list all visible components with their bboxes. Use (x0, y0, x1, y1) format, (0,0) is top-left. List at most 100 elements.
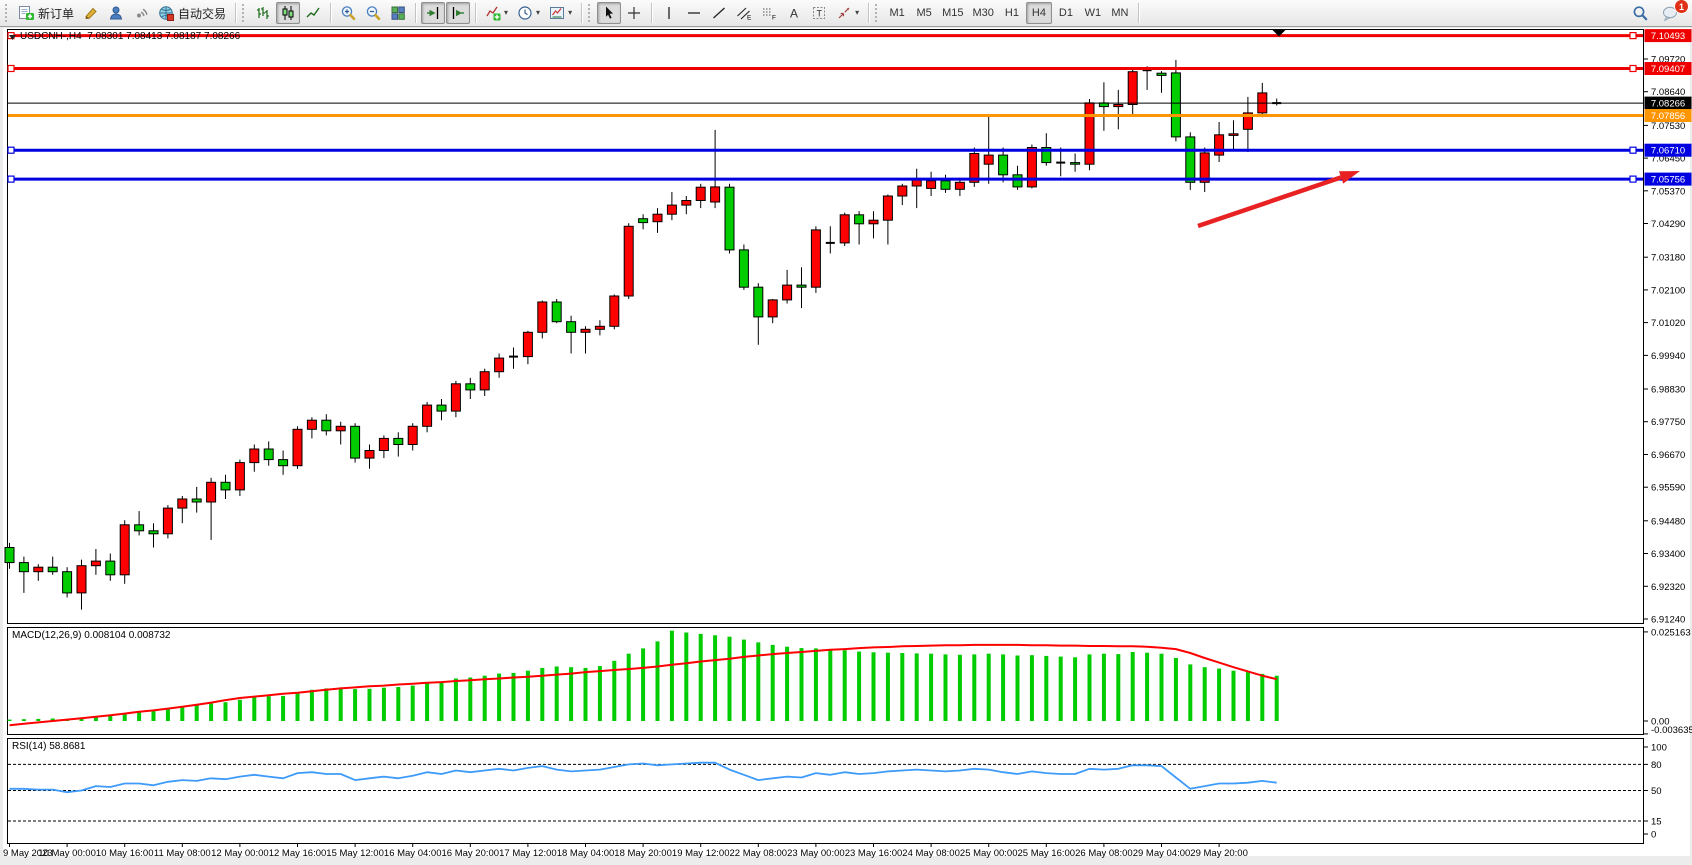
trendline-tool-button[interactable] (707, 2, 731, 24)
candlestick-chart-button[interactable] (276, 2, 300, 24)
text-tool-button[interactable]: A (782, 2, 806, 24)
templates-dropdown-button[interactable]: ▾ (545, 2, 576, 24)
candle-body (883, 196, 892, 220)
candle-body (495, 358, 504, 372)
candle-body (106, 561, 115, 575)
candle-body (840, 215, 849, 243)
search-icon (1632, 5, 1649, 21)
notification-badge: 1 (1674, 0, 1689, 14)
timeframe-m5-button[interactable]: M5 (911, 2, 937, 24)
text-label-tool-button[interactable]: T (807, 2, 831, 24)
toolbar-separator (581, 3, 582, 23)
timeframe-m15-button[interactable]: M15 (938, 2, 967, 24)
notifications-button[interactable]: 1 (1657, 2, 1684, 24)
vertical-line-tool-button[interactable] (657, 2, 681, 24)
candle-body (48, 567, 57, 572)
line-handle (1630, 147, 1636, 153)
dropdown-caret-icon: ▾ (504, 9, 508, 17)
toolbar-separator (868, 3, 869, 23)
candle-body (423, 405, 432, 426)
timeframe-d1-button[interactable]: D1 (1053, 2, 1079, 24)
timeframe-m30-button[interactable]: M30 (969, 2, 998, 24)
candle-body (667, 205, 676, 214)
candle-body (77, 566, 86, 593)
auto-scroll-button[interactable] (421, 2, 445, 24)
arrows-dropdown-button[interactable]: ▾ (832, 2, 863, 24)
timeframe-m1-button[interactable]: M1 (884, 2, 910, 24)
candle-body (1229, 134, 1238, 136)
zoom-in-button[interactable] (336, 2, 360, 24)
timeframe-h1-button[interactable]: H1 (999, 2, 1025, 24)
periods-dropdown-button[interactable]: ▾ (513, 2, 544, 24)
timeframe-mn-button[interactable]: MN (1107, 2, 1133, 24)
svg-text:6.95590: 6.95590 (1651, 483, 1685, 494)
text-icon: A (787, 5, 801, 21)
candle-body (1128, 72, 1137, 105)
candle-body (135, 525, 144, 531)
svg-text:6.94480: 6.94480 (1651, 516, 1685, 527)
line-chart-icon (305, 5, 321, 21)
search-button[interactable] (1628, 2, 1653, 24)
bar-chart-button[interactable] (251, 2, 275, 24)
cursor-tool-button[interactable] (597, 2, 621, 24)
crosshair-tool-button[interactable] (622, 2, 646, 24)
svg-text:12 May 16:00: 12 May 16:00 (269, 848, 327, 859)
price-label-text: 7.09407 (1651, 64, 1685, 75)
arrows-icon (836, 5, 852, 21)
svg-text:6.96670: 6.96670 (1651, 450, 1685, 461)
cursor-icon (601, 5, 617, 21)
svg-text:24 May 08:00: 24 May 08:00 (902, 848, 960, 859)
toolbar-grip[interactable] (875, 4, 880, 22)
candle-body (552, 302, 561, 322)
svg-text:6.97750: 6.97750 (1651, 417, 1685, 428)
candle-body (696, 187, 705, 200)
indicators-dropdown-button[interactable]: ▾ (481, 2, 512, 24)
auto-trading-button[interactable]: 自动交易 (154, 2, 230, 24)
horizontal-line-tool-button[interactable] (682, 2, 706, 24)
candle-body (523, 332, 532, 356)
svg-text:16 May 04:00: 16 May 04:00 (384, 848, 442, 859)
fibo-glyph: F (772, 15, 776, 22)
candle-body (235, 463, 244, 490)
toolbar-separator (330, 3, 331, 23)
signals-button[interactable] (129, 2, 153, 24)
candle-body (19, 563, 28, 572)
fibonacci-tool-button[interactable]: F (757, 2, 781, 24)
zoom-out-button[interactable] (361, 2, 385, 24)
chart-background (3, 28, 1690, 856)
candle-body (394, 438, 403, 444)
metaeditor-icon (83, 5, 99, 21)
toolbar-separator (651, 3, 652, 23)
candle-body (91, 561, 100, 566)
template-icon (549, 5, 565, 21)
candle-body (379, 438, 388, 450)
price-label-text: 7.06710 (1651, 146, 1685, 157)
svg-text:25 May 00:00: 25 May 00:00 (960, 848, 1018, 859)
candle-body (264, 449, 273, 460)
svg-text:80: 80 (1651, 760, 1662, 771)
macd-indicator-label: MACD(12,26,9) 0.008104 0.008732 (12, 630, 170, 641)
svg-text:6.92320: 6.92320 (1651, 582, 1685, 593)
candle-body (1085, 103, 1094, 164)
tile-windows-button[interactable] (386, 2, 410, 24)
chart-shift-button[interactable] (446, 2, 470, 24)
candle-body (653, 214, 662, 222)
timeframe-w1-button[interactable]: W1 (1080, 2, 1106, 24)
line-chart-button[interactable] (301, 2, 325, 24)
toolbar-grip[interactable] (242, 4, 247, 22)
auto-trading-label: 自动交易 (178, 5, 226, 22)
equidistant-channel-tool-button[interactable]: E (732, 2, 756, 24)
label-glyph: T (817, 9, 823, 19)
trendline-icon (711, 5, 727, 21)
candle-body (120, 525, 129, 575)
metaeditor-button[interactable] (79, 2, 103, 24)
new-order-button[interactable]: 新订单 (14, 2, 78, 24)
timeframe-h4-button[interactable]: H4 (1026, 2, 1052, 24)
price-label-text: 7.10493 (1651, 31, 1685, 42)
price-chart-svg[interactable]: 7.097207.086407.075307.064507.053707.042… (0, 0, 1692, 865)
toolbar-grip[interactable] (588, 4, 593, 22)
chart-symbol-title: USDCNH-,H4 7.08301 7.08413 7.08187 7.082… (20, 31, 240, 42)
zoom-out-icon (365, 5, 381, 21)
mql5-community-button[interactable] (104, 2, 128, 24)
toolbar-grip[interactable] (5, 4, 10, 22)
